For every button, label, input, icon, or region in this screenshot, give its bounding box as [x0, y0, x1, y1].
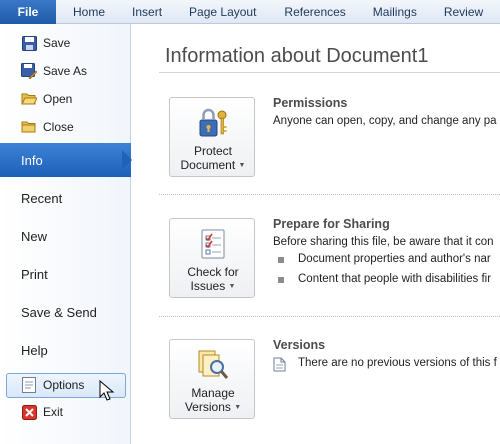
- tab-references[interactable]: References: [284, 0, 345, 24]
- manage-versions-line1: Manage: [191, 386, 235, 400]
- nav-print[interactable]: Print: [0, 257, 131, 291]
- open-folder-icon: [21, 91, 37, 107]
- save-command[interactable]: Save: [0, 31, 131, 55]
- save-label: Save: [43, 36, 71, 50]
- save-as-icon: [21, 63, 37, 79]
- tab-home[interactable]: Home: [73, 0, 105, 24]
- save-as-label: Save As: [43, 64, 88, 78]
- versions-magnifier-icon: [196, 348, 230, 382]
- save-icon: [21, 35, 37, 51]
- bullet-icon: [278, 277, 284, 283]
- protect-document-button[interactable]: Protect Document ▼: [169, 97, 255, 177]
- close-command[interactable]: Close: [0, 115, 131, 139]
- ribbon-tabs: File Home Insert Page Layout References …: [0, 0, 500, 24]
- options-label: Options: [43, 378, 85, 392]
- sharing-text: Before sharing this file, be aware that …: [273, 236, 494, 248]
- nav-save-and-send[interactable]: Save & Send: [0, 295, 131, 329]
- document-icon: [273, 357, 286, 377]
- tab-mailings[interactable]: Mailings: [373, 0, 417, 24]
- nav-new[interactable]: New: [0, 219, 131, 253]
- save-as-command[interactable]: Save As: [0, 59, 131, 83]
- exit-command[interactable]: Exit: [0, 400, 131, 424]
- protect-document-line2: Document ▼: [170, 158, 256, 172]
- close-label: Close: [43, 120, 74, 134]
- word-backstage-window: File Home Insert Page Layout References …: [0, 0, 500, 444]
- open-command[interactable]: Open: [0, 87, 131, 111]
- nav-recent[interactable]: Recent: [0, 181, 131, 215]
- manage-versions-button[interactable]: Manage Versions ▼: [169, 339, 255, 419]
- dropdown-arrow-icon: ▼: [238, 162, 246, 169]
- check-for-issues-button[interactable]: Check for Issues ▼: [169, 218, 255, 298]
- nav-info[interactable]: Info: [0, 143, 131, 177]
- lock-key-icon: [196, 106, 230, 140]
- open-label: Open: [43, 92, 73, 106]
- tab-page-layout[interactable]: Page Layout: [189, 0, 256, 24]
- check-for-issues-line2-text: Issues: [190, 279, 226, 293]
- protect-document-line1: Protect: [193, 144, 232, 158]
- exit-icon: [21, 404, 37, 420]
- sharing-item: Document properties and author's nar: [298, 253, 491, 265]
- info-pane: Information about Document1 Protect Docu…: [132, 24, 500, 444]
- active-tab-arrow: [122, 150, 132, 170]
- section-divider: [159, 194, 500, 195]
- tab-review[interactable]: Review: [444, 0, 483, 24]
- permissions-heading: Permissions: [273, 96, 348, 110]
- check-for-issues-line2: Issues ▼: [170, 279, 256, 293]
- protect-document-line2-text: Document: [180, 158, 236, 172]
- bullet-icon: [278, 257, 284, 263]
- checklist-icon: [196, 227, 230, 261]
- tab-insert[interactable]: Insert: [132, 0, 162, 24]
- dropdown-arrow-icon: ▼: [228, 283, 236, 290]
- title-divider: [159, 72, 500, 73]
- options-icon: [21, 377, 37, 393]
- page-title: Information about Document1: [165, 45, 429, 67]
- exit-label: Exit: [43, 405, 64, 419]
- mouse-pointer-icon: [99, 380, 115, 401]
- versions-heading: Versions: [273, 338, 326, 352]
- check-for-issues-line1: Check for: [187, 265, 239, 279]
- sharing-item: Content that people with disabilities fi…: [298, 273, 492, 285]
- manage-versions-line2: Versions ▼: [170, 400, 256, 414]
- sharing-heading: Prepare for Sharing: [273, 217, 390, 231]
- nav-help[interactable]: Help: [0, 333, 131, 367]
- tab-file[interactable]: File: [0, 0, 56, 24]
- manage-versions-line2-text: Versions: [184, 400, 231, 414]
- section-divider: [159, 316, 500, 317]
- close-folder-icon: [21, 119, 37, 135]
- permissions-text: Anyone can open, copy, and change any pa: [273, 115, 497, 127]
- dropdown-arrow-icon: ▼: [234, 404, 242, 411]
- versions-text: There are no previous versions of this f: [298, 357, 497, 369]
